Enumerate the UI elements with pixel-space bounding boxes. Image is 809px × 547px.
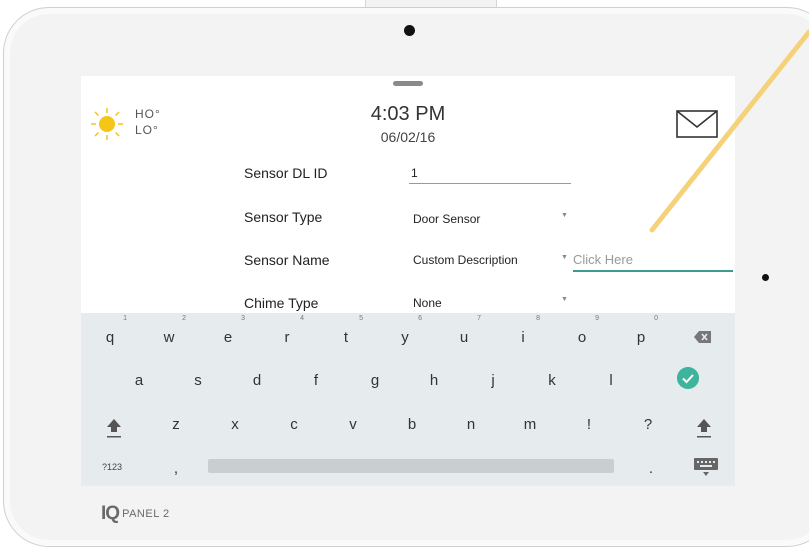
key-f[interactable]: f	[291, 372, 341, 389]
chevron-down-icon[interactable]: ▼	[561, 212, 568, 219]
key-b[interactable]: b	[387, 416, 437, 433]
key-q[interactable]: q1	[85, 315, 135, 346]
camera-lens	[404, 25, 415, 36]
key-i[interactable]: i8	[498, 315, 548, 346]
key-u[interactable]: u7	[439, 315, 489, 346]
sensor-dl-id-input[interactable]: 1	[409, 163, 571, 184]
label-sensor-name: Sensor Name	[244, 252, 330, 268]
touch-screen: HO° LO° 4:03 PM 06/02/16 Sensor DL ID 1 …	[81, 76, 735, 486]
backspace-icon[interactable]	[694, 330, 712, 344]
on-screen-keyboard: q1 w2 e3 r4 t5 y6 u7 i8 o9 p0 a s d f g …	[81, 313, 735, 486]
key-question[interactable]: ?	[623, 416, 673, 433]
key-d[interactable]: d	[232, 372, 282, 389]
clock-date: 06/02/16	[380, 129, 436, 145]
key-j[interactable]: j	[468, 372, 518, 389]
custom-description-input[interactable]: Click Here	[573, 251, 733, 272]
key-n[interactable]: n	[446, 416, 496, 433]
label-chime-type: Chime Type	[244, 295, 319, 311]
clock-time: 4:03 PM	[370, 103, 446, 125]
chime-type-select[interactable]: None	[413, 296, 442, 310]
key-h[interactable]: h	[409, 372, 459, 389]
spacebar[interactable]	[208, 459, 614, 473]
sensor-name-select[interactable]: Custom Description	[413, 253, 518, 267]
key-s[interactable]: s	[173, 372, 223, 389]
sensor-type-select[interactable]: Door Sensor	[413, 212, 480, 226]
key-t[interactable]: t5	[321, 315, 371, 346]
label-sensor-type: Sensor Type	[244, 209, 323, 225]
brand-panel: PANEL 2	[122, 508, 170, 520]
key-y[interactable]: y6	[380, 315, 430, 346]
enter-check-icon[interactable]	[677, 367, 699, 389]
key-comma[interactable]: ,	[151, 460, 201, 477]
key-a[interactable]: a	[114, 372, 164, 389]
chevron-down-icon[interactable]: ▼	[561, 296, 568, 303]
keyboard-hide-icon[interactable]	[693, 457, 719, 477]
sun-icon[interactable]	[90, 107, 124, 141]
key-l[interactable]: l	[586, 372, 636, 389]
weather-temps: HO° LO°	[135, 106, 161, 138]
brand-logo: IQ PANEL 2	[101, 503, 170, 525]
weather-low: LO°	[135, 123, 159, 137]
key-x[interactable]: x	[210, 416, 260, 433]
key-exclamation[interactable]: !	[564, 416, 614, 433]
key-k[interactable]: k	[527, 372, 577, 389]
label-sensor-dl-id: Sensor DL ID	[244, 165, 328, 181]
brand-iq: IQ	[101, 503, 120, 524]
key-c[interactable]: c	[269, 416, 319, 433]
key-e[interactable]: e3	[203, 315, 253, 346]
key-z[interactable]: z	[151, 416, 201, 433]
key-o[interactable]: o9	[557, 315, 607, 346]
pull-down-handle[interactable]	[393, 81, 423, 86]
key-r[interactable]: r4	[262, 315, 312, 346]
key-g[interactable]: g	[350, 372, 400, 389]
key-p[interactable]: p0	[616, 315, 666, 346]
weather-high: HO°	[135, 107, 161, 121]
key-w[interactable]: w2	[144, 315, 194, 346]
key-v[interactable]: v	[328, 416, 378, 433]
symbols-key[interactable]: ?123	[87, 462, 137, 472]
key-period[interactable]: .	[626, 460, 676, 477]
key-m[interactable]: m	[505, 416, 555, 433]
shift-icon[interactable]	[105, 417, 123, 439]
mail-icon[interactable]	[676, 110, 718, 138]
chevron-down-icon[interactable]: ▼	[561, 254, 568, 261]
side-sensor-dot	[762, 274, 769, 281]
shift-icon[interactable]	[695, 417, 713, 439]
